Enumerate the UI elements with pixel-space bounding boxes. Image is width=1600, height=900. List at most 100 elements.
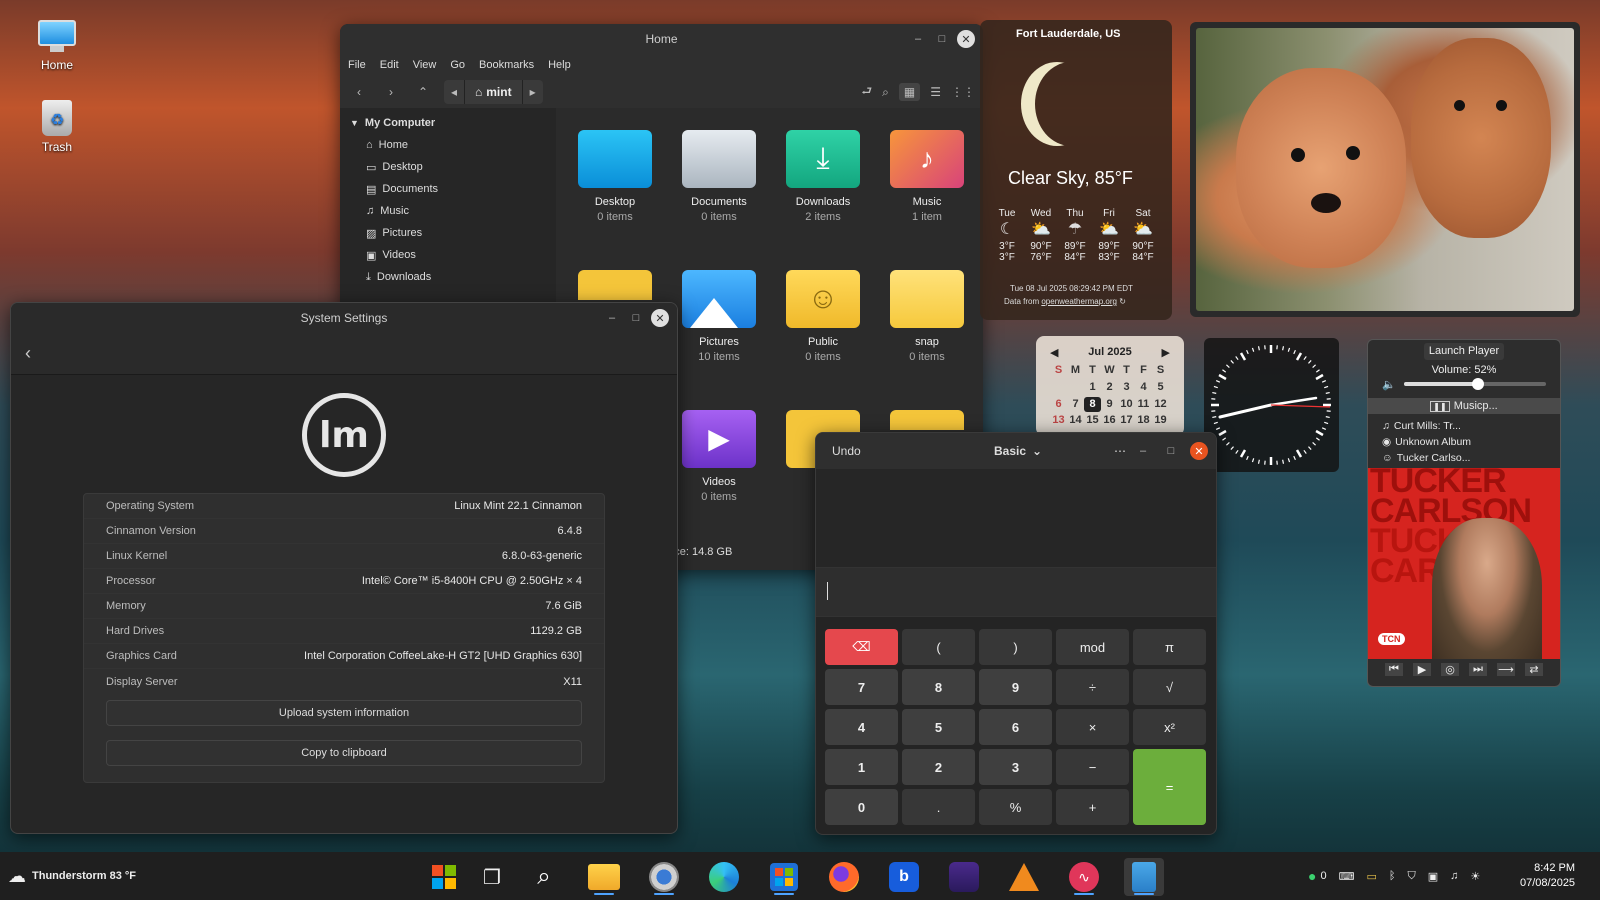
folder-videos[interactable]: ▶ Videos 0 items xyxy=(674,410,764,503)
pause-icon[interactable]: ❚❚ xyxy=(1430,400,1450,412)
taskbar-calculator[interactable] xyxy=(1124,858,1164,896)
five-button[interactable]: 5 xyxy=(902,709,975,745)
previous-icon[interactable]: ⏮ xyxy=(1385,663,1403,676)
menu-edit[interactable]: Edit xyxy=(380,59,399,71)
add-button[interactable]: + xyxy=(1056,789,1129,825)
volume-slider[interactable] xyxy=(1403,378,1546,390)
taskbar-sticky[interactable] xyxy=(944,858,984,896)
four-button[interactable]: 4 xyxy=(825,709,898,745)
music-note-icon[interactable]: ♫ xyxy=(1450,870,1458,882)
forward-icon[interactable]: › xyxy=(380,85,402,99)
search-button[interactable]: ⌕ xyxy=(524,858,564,896)
taskbar-settings[interactable] xyxy=(644,858,684,896)
compact-view-icon[interactable]: ⋮⋮ xyxy=(951,85,975,99)
close-button[interactable]: ✕ xyxy=(1190,442,1208,460)
minimize-button[interactable]: – xyxy=(603,309,621,327)
up-icon[interactable]: ⌃ xyxy=(412,85,434,99)
close-button[interactable]: ✕ xyxy=(651,309,669,327)
sidebar-item-home[interactable]: ⌂ Home xyxy=(340,134,556,156)
folder-downloads[interactable]: ⤓ Downloads 2 items xyxy=(778,130,868,223)
folder-pictures[interactable]: Pictures 10 items xyxy=(674,270,764,363)
sidebar-item-videos[interactable]: ▣ Videos xyxy=(340,244,556,266)
network-icon[interactable]: ▣ xyxy=(1428,870,1438,883)
shield-icon[interactable]: ⛉ xyxy=(1408,870,1416,883)
taskbar-firefox[interactable] xyxy=(824,858,864,896)
sidebar-item-desktop[interactable]: ▭ Desktop xyxy=(340,156,556,178)
battery-icon[interactable]: ▭ xyxy=(1366,870,1376,883)
subtract-button[interactable]: − xyxy=(1056,749,1129,785)
maximize-button[interactable]: □ xyxy=(627,309,645,327)
clock-applet[interactable]: 8:42 PM 07/08/2025 xyxy=(1520,861,1575,891)
back-icon[interactable]: ‹ xyxy=(25,343,31,364)
menu-go[interactable]: Go xyxy=(450,59,465,71)
calendar-today[interactable]: 8 xyxy=(1084,396,1101,413)
maximize-button[interactable]: □ xyxy=(1162,442,1180,460)
bluetooth-icon[interactable]: ᛒ xyxy=(1389,870,1396,882)
pi-button[interactable]: π xyxy=(1133,629,1206,665)
volume-knob[interactable] xyxy=(1471,378,1484,390)
desktop-icon-home[interactable]: Home xyxy=(17,20,97,72)
next-month-icon[interactable]: ▶ xyxy=(1162,346,1170,359)
maximize-button[interactable]: □ xyxy=(933,30,951,48)
nine-button[interactable]: 9 xyxy=(979,669,1052,705)
percent-button[interactable]: % xyxy=(979,789,1052,825)
breadcrumb-home[interactable]: ⌂ mint xyxy=(464,80,523,104)
prev-month-icon[interactable]: ◀ xyxy=(1050,346,1058,359)
menu-file[interactable]: File xyxy=(348,59,366,71)
three-button[interactable]: 3 xyxy=(979,749,1052,785)
divide-button[interactable]: ÷ xyxy=(1056,669,1129,705)
square-button[interactable]: x² xyxy=(1133,709,1206,745)
taskbar-audio[interactable]: ∿ xyxy=(1064,858,1104,896)
keyboard-icon[interactable]: ⌨ xyxy=(1339,870,1355,883)
title-bar[interactable]: System Settings – □ ✕ xyxy=(11,303,677,333)
menu-bookmarks[interactable]: Bookmarks xyxy=(479,59,534,71)
sidebar-item-documents[interactable]: ▤ Documents xyxy=(340,178,556,200)
mode-dropdown[interactable]: Basic ⌄ xyxy=(994,444,1042,458)
taskbar-edge[interactable] xyxy=(704,858,744,896)
start-menu-button[interactable] xyxy=(424,858,464,896)
open-paren-button[interactable]: ( xyxy=(902,629,975,665)
upload-system-info-button[interactable]: Upload system information xyxy=(106,700,582,726)
folder-music[interactable]: ♪ Music 1 item xyxy=(882,130,972,223)
taskbar-inkscape[interactable] xyxy=(1004,858,1044,896)
undo-button[interactable]: Undo xyxy=(832,444,861,458)
menu-button[interactable]: ⋯ xyxy=(1114,444,1126,458)
taskbar-store[interactable] xyxy=(764,858,804,896)
eight-button[interactable]: 8 xyxy=(902,669,975,705)
close-paren-button[interactable]: ) xyxy=(979,629,1052,665)
task-view-button[interactable]: ❐ xyxy=(472,858,512,896)
play-icon[interactable]: ▶ xyxy=(1413,663,1431,676)
breadcrumb-right-icon[interactable]: ▸ xyxy=(523,85,543,99)
decimal-button[interactable]: . xyxy=(902,789,975,825)
folder-public[interactable]: ☺ Public 0 items xyxy=(778,270,868,363)
next-icon[interactable]: ⏭ xyxy=(1469,663,1487,676)
menu-view[interactable]: View xyxy=(413,59,437,71)
equals-button[interactable]: = xyxy=(1133,749,1206,825)
back-icon[interactable]: ‹ xyxy=(348,85,370,99)
calc-display[interactable] xyxy=(816,567,1216,617)
breadcrumb-left-icon[interactable]: ◂ xyxy=(444,85,464,99)
sidebar-header[interactable]: ▼ My Computer xyxy=(340,112,556,134)
icon-view-icon[interactable]: ▦ xyxy=(898,83,921,101)
toggle-location-icon[interactable]: ⮐ xyxy=(861,82,872,103)
folder-desktop[interactable]: Desktop 0 items xyxy=(570,130,660,223)
repeat-icon[interactable]: ⟶ xyxy=(1497,663,1515,676)
two-button[interactable]: 2 xyxy=(902,749,975,785)
stop-icon[interactable]: ◎ xyxy=(1441,663,1459,676)
sidebar-item-downloads[interactable]: ⤓ Downloads xyxy=(340,266,556,288)
list-view-icon[interactable]: ☰ xyxy=(930,85,941,99)
backspace-button[interactable]: ⌫ xyxy=(825,629,898,665)
one-button[interactable]: 1 xyxy=(825,749,898,785)
close-button[interactable]: ✕ xyxy=(957,30,975,48)
folder-icon[interactable] xyxy=(890,410,964,430)
launch-player-button[interactable]: Launch Player xyxy=(1424,343,1504,360)
shuffle-icon[interactable]: ⇄ xyxy=(1525,663,1543,676)
taskbar-files[interactable] xyxy=(584,858,624,896)
sidebar-item-music[interactable]: ♫ Music xyxy=(340,200,556,222)
six-button[interactable]: 6 xyxy=(979,709,1052,745)
search-icon[interactable]: ⌕ xyxy=(882,85,889,100)
desktop-icon-trash[interactable]: ♻ Trash xyxy=(17,100,97,154)
title-bar[interactable]: Home – □ ✕ xyxy=(340,24,983,54)
minimize-button[interactable]: – xyxy=(1134,442,1152,460)
minimize-button[interactable]: – xyxy=(909,30,927,48)
